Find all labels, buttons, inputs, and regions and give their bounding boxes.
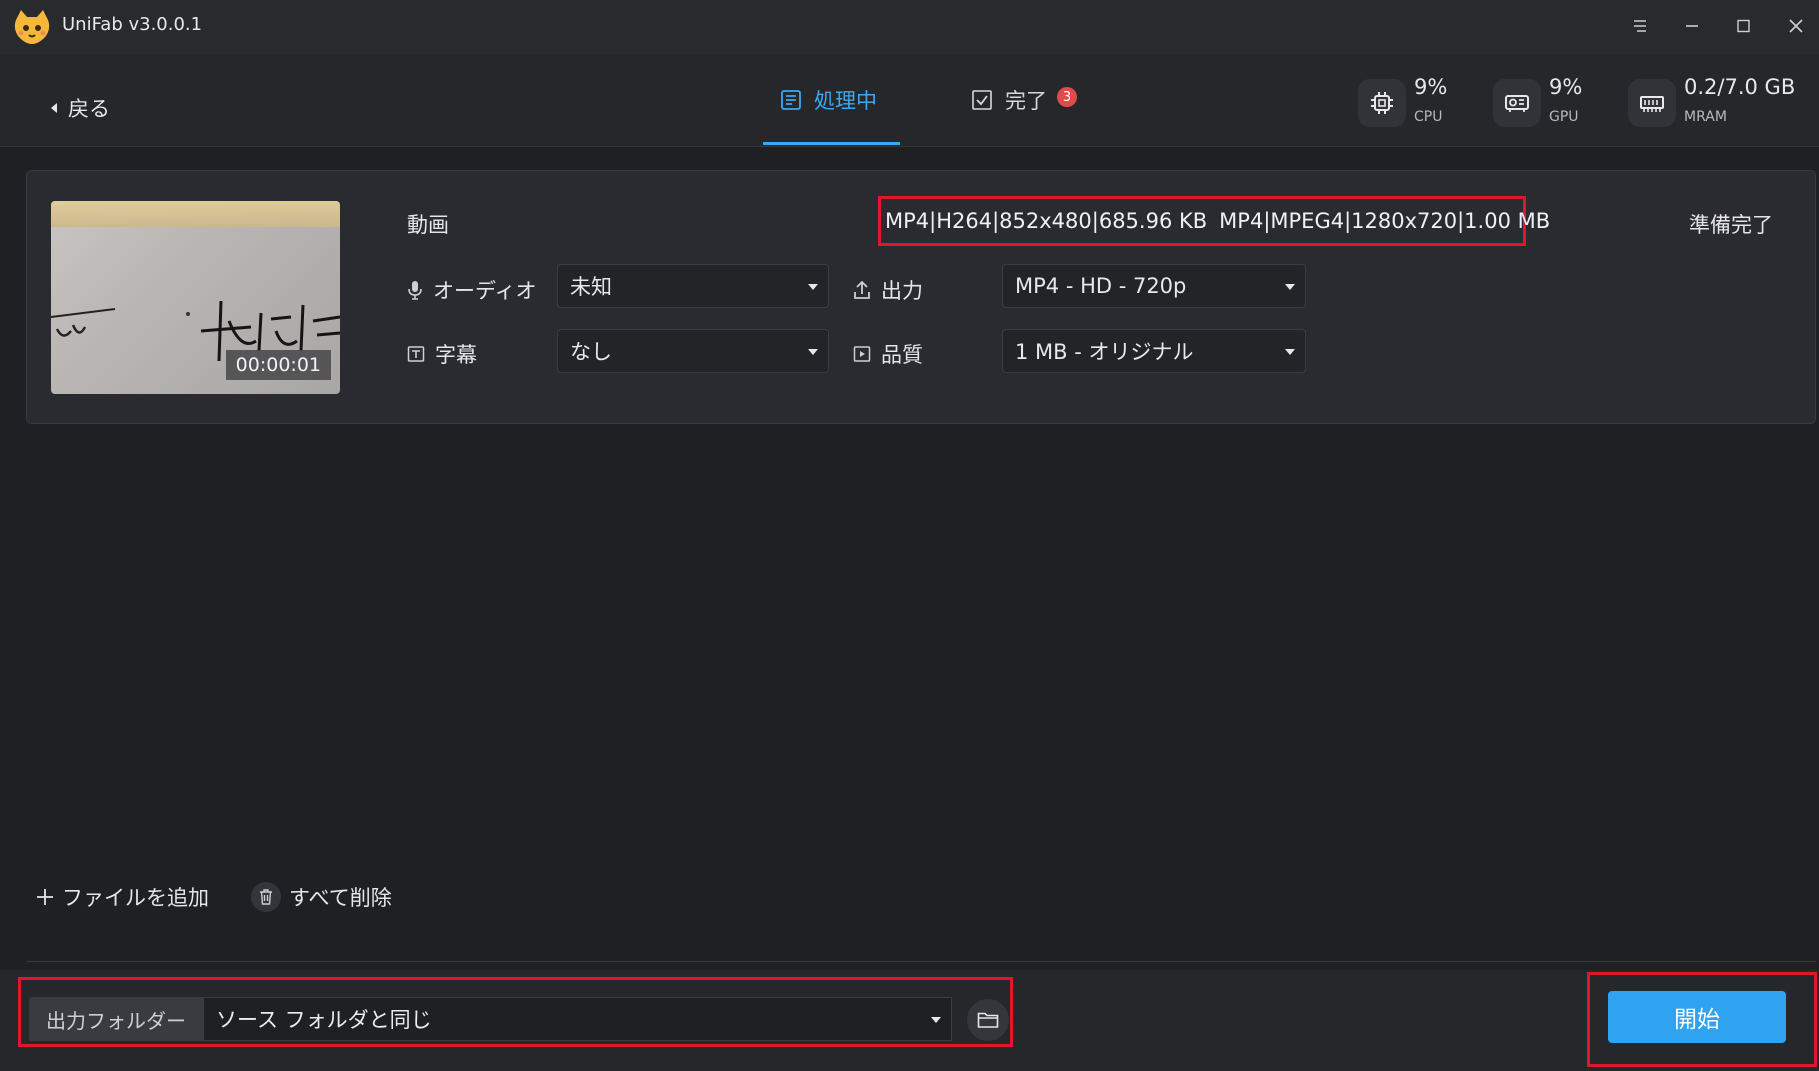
tab-processing-label: 処理中 xyxy=(814,89,877,113)
output-label: 出力 xyxy=(881,279,923,303)
chevron-down-icon xyxy=(1285,284,1295,290)
audio-label: オーディオ xyxy=(433,279,537,303)
app-title: UniFab v3.0.0.1 xyxy=(62,14,203,35)
audio-label-row: オーディオ xyxy=(407,275,537,305)
video-label: 動画 xyxy=(407,213,449,237)
subtitle-icon xyxy=(407,346,425,362)
add-file-button[interactable]: ファイルを追加 xyxy=(36,882,209,912)
cpu-value: 9% xyxy=(1414,75,1448,99)
status-text: 準備完了 xyxy=(1689,213,1773,237)
chevron-down-icon xyxy=(808,349,818,355)
subtitle-value: なし xyxy=(570,340,612,364)
format-info: MP4|H264|852x480|685.96 KB MP4|MPEG4|128… xyxy=(878,196,1550,246)
active-tab-indicator xyxy=(763,142,900,145)
open-folder-button[interactable] xyxy=(967,999,1009,1041)
quality-label: 品質 xyxy=(881,343,923,367)
menu-icon[interactable] xyxy=(1626,12,1654,40)
cpu-icon xyxy=(1358,79,1406,127)
chevron-down-icon xyxy=(808,284,818,290)
tab-completed-label: 完了 xyxy=(1005,89,1047,113)
caret-left-icon xyxy=(51,103,57,113)
cpu-label: CPU xyxy=(1414,109,1443,125)
list-document-icon xyxy=(781,90,801,110)
gpu-stat: 9% GPU xyxy=(1493,75,1613,135)
quality-select[interactable]: 1 MB - オリジナル xyxy=(1002,329,1306,373)
memory-label: MRAM xyxy=(1684,109,1727,125)
back-label: 戻る xyxy=(68,97,110,121)
video-play-icon xyxy=(853,346,871,362)
target-format: MP4|MPEG4|1280x720|1.00 MB xyxy=(1219,209,1551,233)
footer-bar: 出力フォルダー ソース フォルダと同じ 開始 xyxy=(0,970,1819,1071)
unifab-logo-icon xyxy=(14,10,50,44)
quality-value: 1 MB - オリジナル xyxy=(1015,340,1194,364)
memory-icon xyxy=(1628,79,1676,127)
video-label-row: 動画 xyxy=(407,209,449,239)
back-button[interactable]: 戻る xyxy=(50,93,110,123)
header-bar: 戻る 処理中 完了 3 9% CPU 9% GPU 0.2/7.0 GB MRA… xyxy=(0,55,1819,147)
chevron-down-icon xyxy=(931,1017,941,1023)
add-file-label: ファイルを追加 xyxy=(62,886,209,910)
tab-processing[interactable]: 処理中 xyxy=(780,85,877,115)
output-value: MP4 - HD - 720p xyxy=(1015,274,1187,298)
footer-divider xyxy=(26,961,1816,962)
video-thumbnail[interactable]: 00:00:01 xyxy=(51,201,340,394)
audio-value: 未知 xyxy=(570,275,612,299)
subtitle-label: 字幕 xyxy=(435,343,477,367)
minimize-icon[interactable] xyxy=(1678,12,1706,40)
cpu-stat: 9% CPU xyxy=(1358,75,1478,135)
gpu-icon xyxy=(1493,79,1541,127)
upload-icon xyxy=(854,280,870,299)
output-folder-select[interactable]: ソース フォルダと同じ xyxy=(203,997,952,1041)
output-folder-highlight: 出力フォルダー ソース フォルダと同じ xyxy=(18,977,1013,1047)
quality-label-row: 品質 xyxy=(853,339,923,369)
microphone-icon xyxy=(408,281,422,300)
start-button[interactable]: 開始 xyxy=(1608,991,1786,1043)
gpu-label: GPU xyxy=(1549,109,1579,125)
trash-icon xyxy=(251,882,281,912)
subtitle-select[interactable]: なし xyxy=(557,329,829,373)
memory-stat: 0.2/7.0 GB MRAM xyxy=(1628,75,1808,135)
plus-icon xyxy=(37,889,53,905)
source-format: MP4|H264|852x480|685.96 KB xyxy=(885,209,1208,233)
gpu-value: 9% xyxy=(1549,75,1583,99)
memory-value: 0.2/7.0 GB xyxy=(1684,75,1796,99)
output-profile-select[interactable]: MP4 - HD - 720p xyxy=(1002,264,1306,308)
video-duration: 00:00:01 xyxy=(225,350,331,380)
chevron-down-icon xyxy=(1285,349,1295,355)
folder-icon xyxy=(977,1012,999,1028)
output-folder-value: ソース フォルダと同じ xyxy=(216,1008,432,1032)
delete-all-button[interactable]: すべて削除 xyxy=(251,882,392,912)
start-highlight: 開始 xyxy=(1587,972,1817,1067)
subtitle-label-row: 字幕 xyxy=(407,339,477,369)
output-folder-label: 出力フォルダー xyxy=(29,997,203,1041)
task-card: 00:00:01 動画 MP4|H264|852x480|685.96 KB M… xyxy=(26,170,1816,424)
close-icon[interactable] xyxy=(1782,12,1810,40)
checkbox-icon xyxy=(972,90,992,110)
delete-all-label: すべて削除 xyxy=(289,886,392,910)
output-label-row: 出力 xyxy=(853,275,923,305)
tab-completed[interactable]: 完了 3 xyxy=(971,85,1077,115)
title-bar: UniFab v3.0.0.1 xyxy=(0,0,1819,55)
completed-count-badge: 3 xyxy=(1057,87,1077,107)
audio-select[interactable]: 未知 xyxy=(557,264,829,308)
maximize-icon[interactable] xyxy=(1730,12,1758,40)
